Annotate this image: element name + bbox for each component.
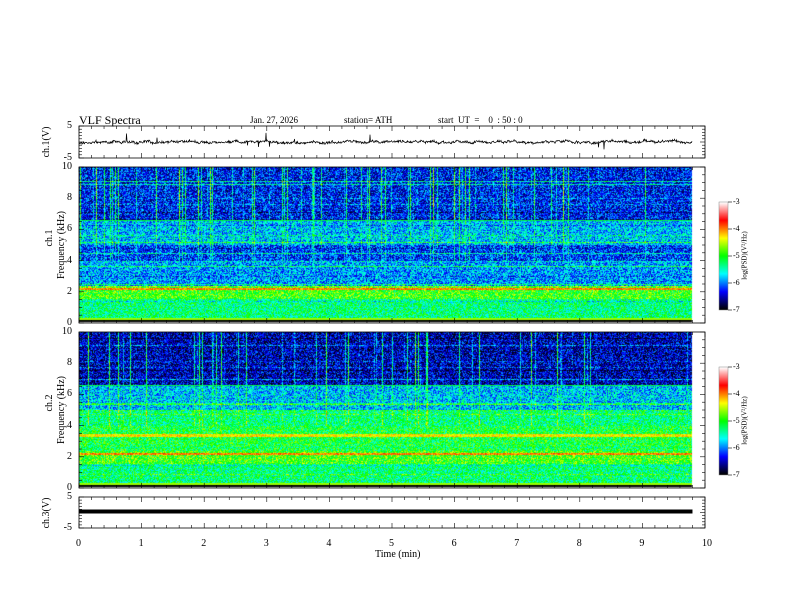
ch2-spec-ytick-label: 10 xyxy=(62,326,72,337)
ch1-spec-ytick-label: 10 xyxy=(62,161,72,172)
ch1-spec-ylabel: Frequency (kHz) xyxy=(56,210,67,280)
axes-layer xyxy=(78,125,732,529)
x-tick-label: 7 xyxy=(514,538,520,549)
ch1-ytick-label: 5 xyxy=(67,120,72,131)
colorbar-tick-label: -5 xyxy=(733,416,740,425)
x-tick-label: 1 xyxy=(138,538,144,549)
x-tick-label: 8 xyxy=(576,538,582,549)
ch3-ylabel: ch.3(V) xyxy=(41,497,52,528)
x-tick-label: 0 xyxy=(76,538,81,549)
ch1-ylabel: ch.1(V) xyxy=(41,126,52,158)
x-tick-label: 10 xyxy=(702,538,712,549)
x-axis-label: Time (min) xyxy=(375,549,421,560)
vlf-spectra-figure: VLF Spectra Jan. 27, 2026 station= ATH s… xyxy=(0,0,792,612)
colorbar-tick-label: -7 xyxy=(733,470,740,479)
ch2-spec-ylabel: Frequency (kHz) xyxy=(56,375,67,445)
colorbar-tick-label: -3 xyxy=(733,197,740,206)
colorbar-tick-label: -3 xyxy=(733,362,740,371)
ch3-ytick-label: -5 xyxy=(63,522,72,533)
ch2-spec-ylabel: ch.2 xyxy=(44,394,55,412)
panel-frame xyxy=(78,166,706,324)
colorbar-label: log(PSD)(V²/Hz) xyxy=(740,396,749,445)
colorbar-tick-label: -6 xyxy=(733,443,740,452)
ch1-waveform-line xyxy=(78,132,693,150)
ch2-spec-ytick-label: 0 xyxy=(67,482,72,493)
x-tick-label: 9 xyxy=(639,538,645,549)
colorbar-tick-label: -4 xyxy=(733,224,740,233)
ch1-spec-ylabel: ch.1 xyxy=(44,229,55,247)
x-tick-label: 3 xyxy=(263,538,269,549)
ch3-ytick-label: 5 xyxy=(67,491,72,502)
colorbar-frame xyxy=(718,366,729,476)
ch1-spec-ytick-label: 2 xyxy=(67,285,72,297)
colorbar-frame xyxy=(718,201,729,311)
ch2-spec-ytick-label: 2 xyxy=(67,450,72,462)
colorbar-tick-label: -5 xyxy=(733,251,740,260)
ch1-spec-ytick-label: 8 xyxy=(67,192,72,204)
x-tick-label: 4 xyxy=(326,538,332,549)
colorbar-tick-label: -4 xyxy=(733,389,740,398)
x-tick-label: 2 xyxy=(201,538,207,549)
x-tick-label: 6 xyxy=(451,538,457,549)
colorbar-label: log(PSD)(V²/Hz) xyxy=(740,231,749,280)
panel-frame xyxy=(78,331,706,489)
ch2-spec-ytick-label: 8 xyxy=(67,357,72,369)
colorbar-tick-label: -6 xyxy=(733,278,740,287)
x-tick-label: 5 xyxy=(389,538,394,549)
colorbar-tick-label: -7 xyxy=(733,305,740,314)
